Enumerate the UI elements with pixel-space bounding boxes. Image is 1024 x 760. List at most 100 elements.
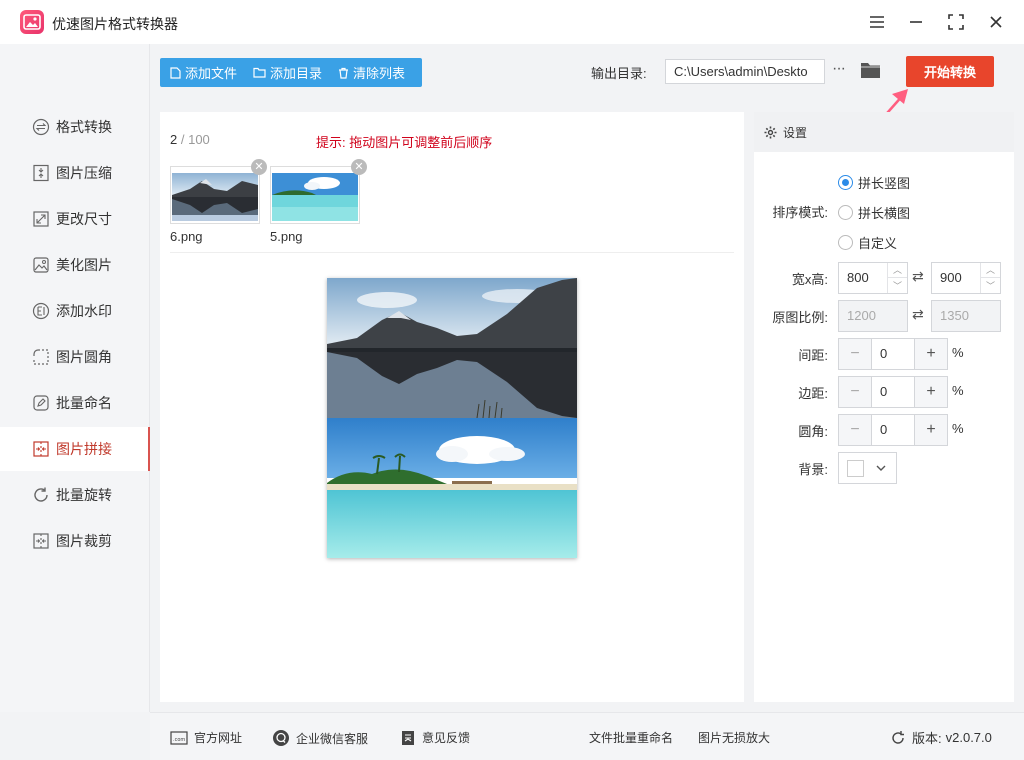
- sidebar-item-beautify[interactable]: 美化图片: [0, 243, 150, 287]
- height-input[interactable]: 900 ︿ ﹀: [931, 262, 1001, 294]
- beautify-icon: [32, 256, 50, 274]
- menu-icon[interactable]: [864, 10, 890, 34]
- version-number: v2.0.7.0: [945, 730, 992, 745]
- version-info[interactable]: 版本: v2.0.7.0: [890, 728, 992, 747]
- more-options-button[interactable]: ···: [832, 60, 850, 82]
- add-folder-button[interactable]: 添加目录: [243, 58, 328, 87]
- background-swatch: [847, 460, 864, 477]
- thumbnail-mountain-lake[interactable]: ✕: [170, 159, 267, 224]
- gear-icon: [764, 126, 777, 138]
- sidebar-item-format-convert[interactable]: 格式转换: [0, 105, 150, 149]
- add-file-button[interactable]: 添加文件: [160, 58, 243, 87]
- stitch-icon: [32, 440, 50, 458]
- divider: [170, 252, 734, 253]
- sidebar-item-resize[interactable]: 更改尺寸: [0, 197, 150, 241]
- radio-custom[interactable]: 自定义: [838, 233, 897, 252]
- chat-icon: [273, 730, 289, 746]
- sidebar-item-label: 图片拼接: [56, 441, 112, 457]
- compress-icon: [32, 164, 50, 182]
- spacing-decrease-button[interactable]: −: [839, 339, 871, 369]
- add-file-label: 添加文件: [185, 66, 238, 81]
- clear-list-button[interactable]: 清除列表: [328, 58, 411, 87]
- website-link[interactable]: .com 官方网址: [170, 729, 242, 746]
- start-convert-button[interactable]: 开始转换: [906, 56, 994, 87]
- width-input[interactable]: 800 ︿ ﹀: [838, 262, 908, 294]
- sidebar-item-label: 格式转换: [56, 119, 112, 135]
- spacing-increase-button[interactable]: +: [915, 339, 947, 369]
- radio-dot: [838, 235, 853, 250]
- file-toolbar: 添加文件 添加目录 清除列表: [160, 58, 422, 87]
- footer: .com 官方网址 企业微信客服 意见反馈 文件批量重命名 图片无损放大 版本:…: [150, 712, 1024, 760]
- sort-mode-label: 排序模式:: [772, 205, 828, 220]
- radio-label: 拼长竖图: [858, 176, 911, 191]
- batch-rename-link[interactable]: 文件批量重命名: [589, 729, 673, 746]
- margin-stepper: − 0 +: [838, 376, 948, 408]
- output-dir-label: 输出目录:: [591, 66, 647, 81]
- sidebar-item-watermark[interactable]: 添加水印: [0, 289, 150, 333]
- height-value: 900: [940, 270, 962, 285]
- spacing-stepper: − 0 +: [838, 338, 948, 370]
- background-color-picker[interactable]: [838, 452, 897, 484]
- output-dir-input[interactable]: C:\Users\admin\Deskto: [665, 59, 825, 84]
- background-label: 背景:: [798, 462, 828, 477]
- remove-file-6-icon[interactable]: ✕: [251, 159, 267, 175]
- sidebar-item-stitch[interactable]: 图片拼接: [0, 427, 150, 471]
- radio-vertical-stitch[interactable]: 拼长竖图: [838, 173, 910, 192]
- feedback-icon: [402, 730, 414, 745]
- file-name-5: 5.png: [270, 229, 303, 244]
- spacing-input[interactable]: 0: [871, 339, 915, 369]
- lossless-enlarge-link[interactable]: 图片无损放大: [698, 729, 770, 746]
- tropical-beach-image: [272, 173, 358, 221]
- wechat-support-link[interactable]: 企业微信客服: [272, 729, 368, 747]
- height-decrease-icon[interactable]: ﹀: [981, 278, 1000, 293]
- crop-icon: [32, 532, 50, 550]
- maximize-icon[interactable]: [943, 10, 969, 34]
- image-list-panel: 2 / 100 提示: 拖动图片可调整前后顺序 ✕ 6.png ✕ 5.png: [160, 112, 744, 702]
- format-convert-icon: [32, 118, 50, 136]
- radio-horizontal-stitch[interactable]: 拼长横图: [838, 203, 910, 222]
- clear-list-label: 清除列表: [353, 66, 406, 81]
- rounded-corner-icon: [32, 348, 50, 366]
- margin-label: 边距:: [798, 386, 828, 401]
- minimize-icon[interactable]: [903, 10, 929, 34]
- remove-file-5-icon[interactable]: ✕: [351, 159, 367, 175]
- sidebar-item-rounded-corner[interactable]: 图片圆角: [0, 335, 150, 379]
- close-icon[interactable]: [983, 10, 1009, 34]
- website-icon: .com: [170, 730, 188, 745]
- sidebar-item-rename[interactable]: 批量命名: [0, 381, 150, 425]
- corner-decrease-button[interactable]: −: [839, 415, 871, 445]
- sidebar-item-compress[interactable]: 图片压缩: [0, 151, 150, 195]
- feedback-link[interactable]: 意见反馈: [400, 729, 470, 746]
- watermark-icon: [32, 302, 50, 320]
- corner-stepper: − 0 +: [838, 414, 948, 446]
- height-spinner: ︿ ﹀: [980, 263, 1000, 293]
- sidebar-item-rotate[interactable]: 批量旋转: [0, 473, 150, 517]
- rename-icon: [32, 394, 50, 412]
- ratio-width-input: 1200: [838, 300, 908, 332]
- radio-dot: [838, 205, 853, 220]
- sidebar-item-label: 图片压缩: [56, 165, 112, 181]
- margin-unit: %: [952, 383, 964, 398]
- thumbnail-tropical-beach[interactable]: ✕: [270, 159, 367, 224]
- wechat-support-label: 企业微信客服: [296, 731, 369, 746]
- width-spinner: ︿ ﹀: [887, 263, 907, 293]
- radio-label: 拼长横图: [858, 206, 911, 221]
- sidebar-item-label: 美化图片: [56, 257, 112, 273]
- corner-increase-button[interactable]: +: [915, 415, 947, 445]
- trash-icon: [339, 67, 349, 79]
- corner-input[interactable]: 0: [871, 415, 915, 445]
- folder-icon[interactable]: [860, 60, 882, 82]
- version-label: 版本:: [912, 731, 942, 746]
- radio-dot-checked: [838, 175, 853, 190]
- margin-input[interactable]: 0: [871, 377, 915, 407]
- sidebar-item-crop[interactable]: 图片裁剪: [0, 519, 150, 563]
- margin-decrease-button[interactable]: −: [839, 377, 871, 407]
- swap-icon[interactable]: ⇄: [912, 268, 924, 285]
- settings-header: 设置: [754, 112, 1014, 152]
- mountain-lake-image: [172, 173, 258, 221]
- width-decrease-icon[interactable]: ﹀: [888, 278, 907, 293]
- app-title: 优速图片格式转换器: [52, 16, 178, 32]
- chevron-down-icon: [876, 465, 886, 471]
- margin-increase-button[interactable]: +: [915, 377, 947, 407]
- image-icon: [20, 10, 44, 34]
